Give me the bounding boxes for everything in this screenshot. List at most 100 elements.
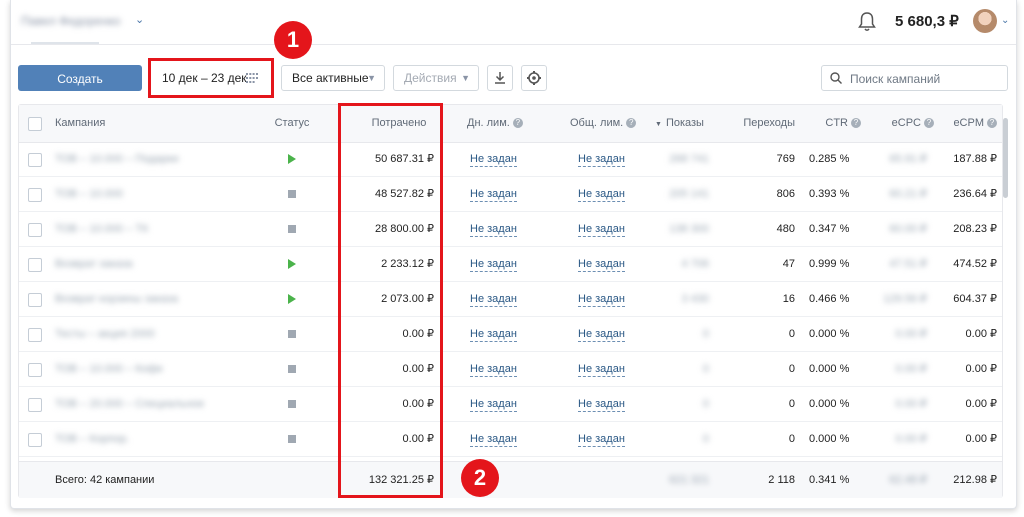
campaign-name[interactable]: ТОВ – 10.000 – Кофе [55,352,163,386]
status-filter-select[interactable]: Все активные ▼ [281,65,385,91]
account-balance[interactable]: 5 680,3 ₽ [895,12,959,30]
total-limit-link[interactable]: Не задан [578,362,625,377]
col-daily-limit[interactable]: Дн. лим.? [467,105,523,142]
total-limit-cell[interactable]: Не задан [578,282,625,316]
row-checkbox[interactable] [28,258,42,272]
daily-limit-cell[interactable]: Не задан [470,282,517,316]
daily-limit-cell[interactable]: Не задан [470,247,517,281]
create-ad-button[interactable]: Создать объявление [18,65,142,112]
col-impressions[interactable]: ▼ Показы [655,105,704,142]
col-ctr[interactable]: CTR? [795,105,861,142]
daily-limit-link[interactable]: Не задан [470,152,517,167]
search-input[interactable] [848,69,1002,89]
daily-limit-link[interactable]: Не задан [470,292,517,307]
table-row[interactable]: ТОВ – 20.000 – Специальное 0.00 ₽ Не задан… [19,387,1002,422]
play-icon[interactable] [288,294,296,304]
stop-icon[interactable] [288,365,296,373]
total-limit-cell[interactable]: Не задан [578,352,625,386]
total-limit-cell[interactable]: Не задан [578,247,625,281]
daily-limit-link[interactable]: Не задан [470,432,517,447]
total-limit-link[interactable]: Не задан [578,257,625,272]
table-row[interactable]: Тесты – акция 2000 0.00 ₽ Не задан Не задан… [19,317,1002,352]
campaign-name[interactable]: ТОВ – 10.000 – ТК [55,212,148,246]
account-chevron-down-icon[interactable]: ⌄ [135,13,144,26]
total-limit-cell[interactable]: Не задан [578,422,625,456]
row-checkbox[interactable] [28,223,42,237]
play-icon[interactable] [288,154,296,164]
campaign-search[interactable] [821,65,1008,91]
campaign-name[interactable]: ТОВ – 20.000 – Специальное [55,387,204,421]
row-checkbox[interactable] [28,188,42,202]
table-row[interactable]: ТОВ – Корпор. 0.00 ₽ Не задан Не задан 0 0 0.0… [19,422,1002,457]
actions-select[interactable]: Действия ▼ [393,65,479,91]
row-checkbox[interactable] [28,153,42,167]
daily-limit-link[interactable]: Не задан [470,257,517,272]
avatar[interactable] [973,9,997,33]
stop-icon[interactable] [288,400,296,408]
total-limit-cell[interactable]: Не задан [578,177,625,211]
daily-limit-cell[interactable]: Не задан [470,177,517,211]
stop-icon[interactable] [288,435,296,443]
daily-limit-link[interactable]: Не задан [470,362,517,377]
campaign-name[interactable]: ТОВ – Корпор. [55,422,129,456]
help-icon[interactable]: ? [851,118,861,128]
table-row[interactable]: Возврат корзины заказа 2 073.00 ₽ Не задан… [19,282,1002,317]
total-limit-link[interactable]: Не задан [578,327,625,342]
campaign-name[interactable]: Возврат корзины заказа [55,282,178,316]
row-checkbox[interactable] [28,433,42,447]
daily-limit-cell[interactable]: Не задан [470,387,517,421]
stop-icon[interactable] [288,330,296,338]
total-limit-link[interactable]: Не задан [578,432,625,447]
col-status[interactable]: Статус [259,105,325,142]
daily-limit-link[interactable]: Не задан [470,187,517,202]
table-scrollbar[interactable] [1003,118,1008,198]
col-clicks[interactable]: Переходы [719,105,795,142]
daily-limit-link[interactable]: Не задан [470,222,517,237]
daily-limit-cell[interactable]: Не задан [470,352,517,386]
campaign-name[interactable]: Тесты – акция 2000 [55,317,155,351]
select-all-checkbox[interactable] [28,117,42,131]
col-ecpc[interactable]: eCPC? [869,105,934,142]
col-campaign[interactable]: Кампания [55,105,105,142]
total-limit-cell[interactable]: Не задан [578,317,625,351]
daily-limit-cell[interactable]: Не задан [470,317,517,351]
daily-limit-cell[interactable]: Не задан [470,422,517,456]
daily-limit-link[interactable]: Не задан [470,397,517,412]
row-checkbox[interactable] [28,398,42,412]
total-limit-cell[interactable]: Не задан [578,387,625,421]
table-row[interactable]: ТОВ – 10.000 – Подарки 50 687.31 ₽ Не зада… [19,142,1002,177]
settings-button[interactable] [521,65,547,91]
table-row[interactable]: ТОВ – 10.000 – ТК 28 800.00 ₽ Не задан Не з… [19,212,1002,247]
total-limit-link[interactable]: Не задан [578,187,625,202]
total-limit-cell[interactable]: Не задан [578,212,625,246]
daily-limit-cell[interactable]: Не задан [470,212,517,246]
total-limit-link[interactable]: Не задан [578,222,625,237]
col-ecpm[interactable]: eCPM? [934,105,997,142]
stop-icon[interactable] [288,190,296,198]
row-checkbox[interactable] [28,293,42,307]
daily-limit-link[interactable]: Не задан [470,327,517,342]
help-icon[interactable]: ? [626,118,637,128]
col-total-limit[interactable]: Общ. лим.? [570,105,637,142]
table-row[interactable]: ТОВ – 10.000 – Кофе 0.00 ₽ Не задан Не зада… [19,352,1002,387]
help-icon[interactable]: ? [512,118,523,128]
table-row[interactable]: ТОВ – 10.000 48 527.82 ₽ Не задан Не задан 2… [19,177,1002,212]
table-row[interactable]: Возврат заказа 2 233.12 ₽ Не задан Не задан… [19,247,1002,282]
total-limit-link[interactable]: Не задан [578,397,625,412]
campaign-name[interactable]: Возврат заказа [55,247,133,281]
row-checkbox[interactable] [28,328,42,342]
row-checkbox[interactable] [28,363,42,377]
stop-icon[interactable] [288,225,296,233]
daily-limit-cell[interactable]: Не задан [470,142,517,176]
avatar-chevron-down-icon[interactable]: ⌄ [1001,15,1009,26]
account-name[interactable]: Павел Федоренко [21,14,120,28]
help-icon[interactable]: ? [987,118,997,128]
bell-icon[interactable] [857,11,877,33]
campaign-name[interactable]: ТОВ – 10.000 [55,177,123,211]
download-button[interactable] [487,65,513,91]
total-limit-link[interactable]: Не задан [578,292,625,307]
play-icon[interactable] [288,259,296,269]
help-icon[interactable]: ? [924,118,934,128]
total-limit-link[interactable]: Не задан [578,152,625,167]
total-limit-cell[interactable]: Не задан [578,142,625,176]
